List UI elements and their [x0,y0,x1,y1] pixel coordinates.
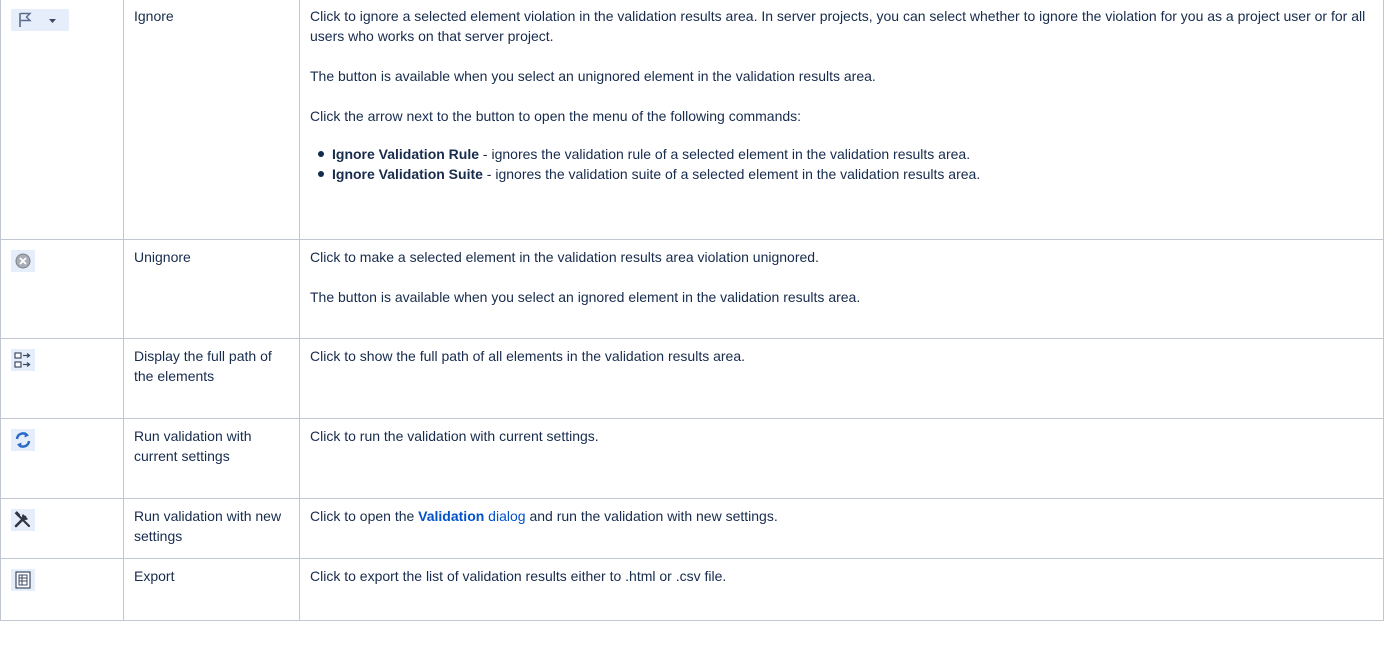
unignore-circle-x-icon [11,250,35,272]
validation-link-rest: dialog [484,508,526,524]
description-paragraph: Click to ignore a selected element viola… [310,8,1366,44]
description-paragraph: Click the arrow next to the button to op… [310,108,802,124]
validation-dialog-link[interactable]: Validation dialog [418,508,525,524]
table-row-run-current: Run validation with current settings Cli… [0,418,1384,499]
icon-cell [0,338,124,419]
list-item: Ignore Validation Suite - ignores the va… [318,164,1373,184]
table-row-ignore: Ignore Click to ignore a selected elemen… [0,0,1384,240]
description-text: and run the validation with new settings… [525,508,778,524]
icon-cell [0,558,124,621]
command-name-cell: Ignore [123,0,300,240]
table-row-export: Export Click to export the list of valid… [0,558,1384,621]
description-paragraph: Click to run the validation with current… [310,428,599,444]
command-name: Run validation with current settings [134,428,252,464]
icon-cell [0,239,124,339]
command-name: Ignore [134,8,174,24]
description-paragraph: Click to open the Validation dialog and … [310,506,1373,526]
description-paragraph: The button is available when you select … [310,289,861,305]
table-row-run-new: Run validation with new settings Click t… [0,498,1384,559]
command-name: Run validation with new settings [134,508,282,544]
description-paragraph: Click to export the list of validation r… [310,568,727,584]
menu-command-term: Ignore Validation Rule [332,146,480,162]
command-name-cell: Display the full path of the elements [123,338,300,419]
description-cell: Click to ignore a selected element viola… [299,0,1384,240]
menu-commands-list: Ignore Validation Rule - ignores the val… [310,144,1373,184]
description-cell: Click to open the Validation dialog and … [299,498,1384,559]
tools-icon [11,509,35,531]
description-cell: Click to run the validation with current… [299,418,1384,499]
icon-cell [0,0,124,240]
menu-command-text: - ignores the validation suite of a sele… [482,166,981,182]
refresh-arrows-icon [11,429,35,451]
command-name-cell: Run validation with current settings [123,418,300,499]
command-name-cell: Unignore [123,239,300,339]
command-name: Export [134,568,175,584]
description-paragraph: Click to make a selected element in the … [310,249,819,265]
flag-dropdown-icon [11,9,69,31]
full-path-icon [11,349,35,371]
table-row-full-path: Display the full path of the elements Cl… [0,338,1384,419]
icon-cell [0,418,124,499]
commands-table: Ignore Click to ignore a selected elemen… [0,0,1384,621]
export-document-icon [11,569,35,591]
command-name: Display the full path of the elements [134,348,272,384]
command-name-cell: Export [123,558,300,621]
description-cell: Click to export the list of validation r… [299,558,1384,621]
description-paragraph: Click to show the full path of all eleme… [310,348,746,364]
command-name-cell: Run validation with new settings [123,498,300,559]
command-name: Unignore [134,249,191,265]
icon-cell [0,498,124,559]
validation-link-bold: Validation [418,508,485,524]
description-text: Click to open the [310,508,419,524]
description-cell: Click to show the full path of all eleme… [299,338,1384,419]
description-cell: Click to make a selected element in the … [299,239,1384,339]
table-row-unignore: Unignore Click to make a selected elemen… [0,239,1384,339]
list-item: Ignore Validation Rule - ignores the val… [318,144,1373,164]
menu-command-term: Ignore Validation Suite [332,166,483,182]
description-paragraph: The button is available when you select … [310,68,876,84]
menu-command-text: - ignores the validation rule of a selec… [479,146,971,162]
